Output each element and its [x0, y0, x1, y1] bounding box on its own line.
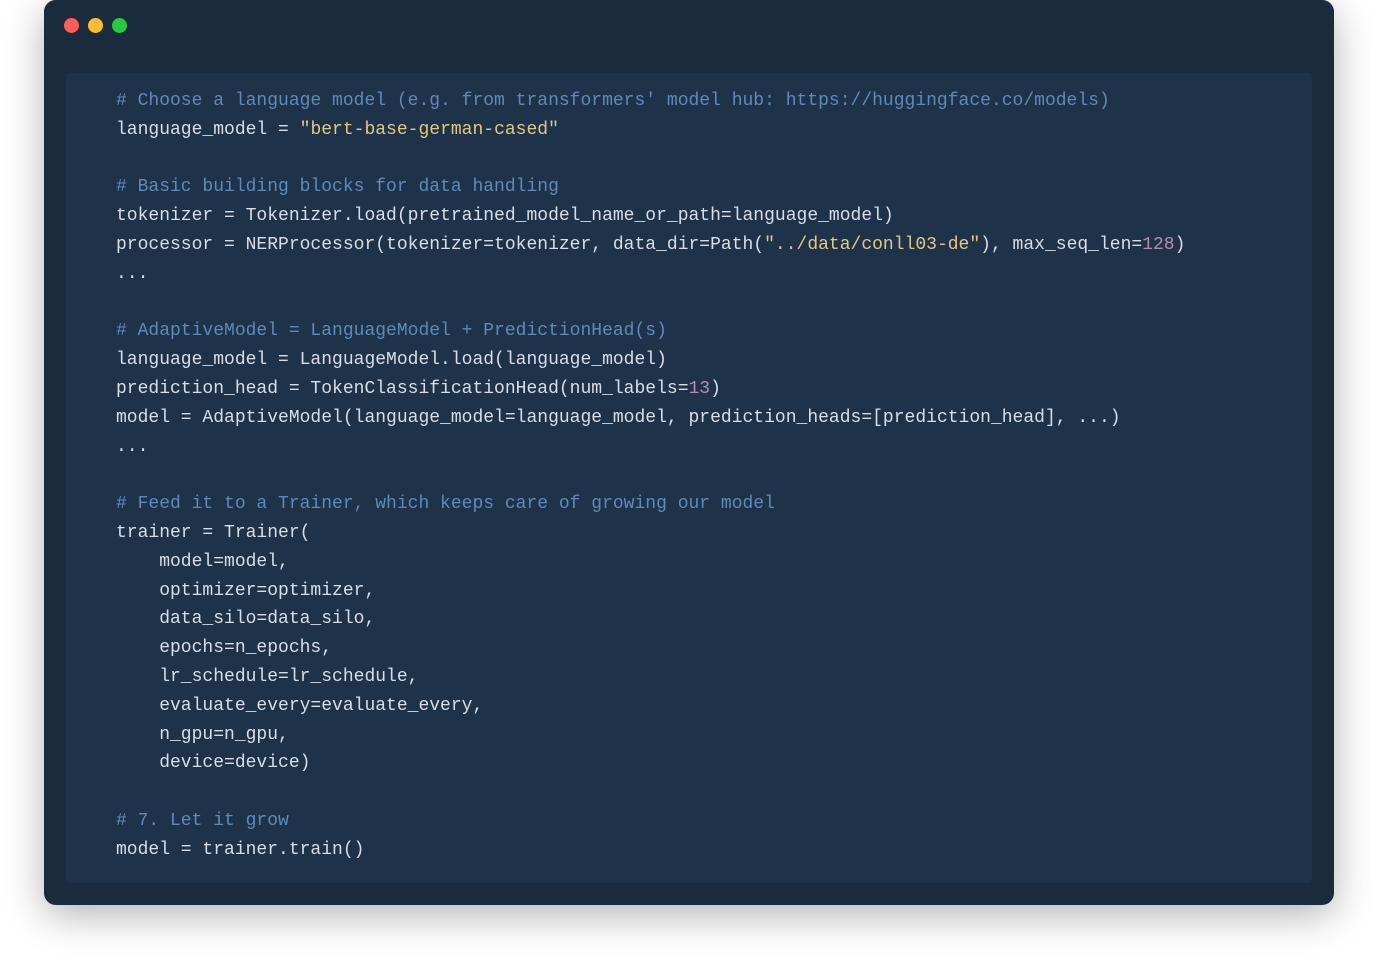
- code-token: "../data/conll03-de": [764, 235, 980, 255]
- code-line: language_model = "bert-base-german-cased…: [116, 116, 1294, 145]
- code-line: [116, 461, 1294, 490]
- code-token: language_model = LanguageModel.load(lang…: [116, 350, 667, 370]
- code-token: model=model,: [116, 552, 289, 572]
- code-token: 128: [1142, 235, 1174, 255]
- code-token: # Feed it to a Trainer, which keeps care…: [116, 494, 775, 514]
- code-line: # 7. Let it grow: [116, 807, 1294, 836]
- code-token: # Choose a language model (e.g. from tra…: [116, 91, 1110, 111]
- code-token: # AdaptiveModel = LanguageModel + Predic…: [116, 321, 667, 341]
- code-line: ...: [116, 433, 1294, 462]
- code-line: prediction_head = TokenClassificationHea…: [116, 375, 1294, 404]
- code-line: device=device): [116, 749, 1294, 778]
- code-token: n_gpu=n_gpu,: [116, 725, 289, 745]
- code-token: "bert-base-german-cased": [300, 120, 559, 140]
- code-line: # Feed it to a Trainer, which keeps care…: [116, 490, 1294, 519]
- window-close-icon[interactable]: [64, 18, 79, 33]
- title-bar: [44, 0, 1334, 43]
- code-token: optimizer=optimizer,: [116, 581, 375, 601]
- code-line: optimizer=optimizer,: [116, 577, 1294, 606]
- code-token: # 7. Let it grow: [116, 811, 289, 831]
- code-line: # AdaptiveModel = LanguageModel + Predic…: [116, 317, 1294, 346]
- code-line: language_model = LanguageModel.load(lang…: [116, 346, 1294, 375]
- code-line: evaluate_every=evaluate_every,: [116, 692, 1294, 721]
- code-token: evaluate_every=evaluate_every,: [116, 696, 483, 716]
- code-token: data_silo=data_silo,: [116, 609, 375, 629]
- code-token: tokenizer = Tokenizer.load(pretrained_mo…: [116, 206, 894, 226]
- code-line: [116, 778, 1294, 807]
- window-minimize-icon[interactable]: [88, 18, 103, 33]
- code-line: trainer = Trainer(: [116, 519, 1294, 548]
- code-editor[interactable]: # Choose a language model (e.g. from tra…: [66, 73, 1312, 883]
- code-line: model = trainer.train(): [116, 836, 1294, 865]
- code-window: # Choose a language model (e.g. from tra…: [44, 0, 1334, 905]
- code-token: ): [1175, 235, 1186, 255]
- code-token: device=device): [116, 753, 310, 773]
- code-token: epochs=n_epochs,: [116, 638, 332, 658]
- code-line: model = AdaptiveModel(language_model=lan…: [116, 404, 1294, 433]
- window-maximize-icon[interactable]: [112, 18, 127, 33]
- code-token: processor = NERProcessor(tokenizer=token…: [116, 235, 764, 255]
- code-line: [116, 289, 1294, 318]
- code-token: model = AdaptiveModel(language_model=lan…: [116, 408, 1121, 428]
- code-token: # Basic building blocks for data handlin…: [116, 177, 559, 197]
- code-token: ...: [116, 437, 148, 457]
- code-line: [116, 145, 1294, 174]
- code-line: n_gpu=n_gpu,: [116, 721, 1294, 750]
- code-line: model=model,: [116, 548, 1294, 577]
- code-token: ...: [116, 264, 148, 284]
- code-line: ...: [116, 260, 1294, 289]
- code-token: ): [710, 379, 721, 399]
- code-token: trainer = Trainer(: [116, 523, 310, 543]
- code-token: prediction_head = TokenClassificationHea…: [116, 379, 689, 399]
- code-line: tokenizer = Tokenizer.load(pretrained_mo…: [116, 202, 1294, 231]
- code-line: processor = NERProcessor(tokenizer=token…: [116, 231, 1294, 260]
- code-line: # Choose a language model (e.g. from tra…: [116, 87, 1294, 116]
- code-token: ), max_seq_len=: [980, 235, 1142, 255]
- code-line: epochs=n_epochs,: [116, 634, 1294, 663]
- code-token: 13: [689, 379, 711, 399]
- code-line: lr_schedule=lr_schedule,: [116, 663, 1294, 692]
- code-token: lr_schedule=lr_schedule,: [116, 667, 418, 687]
- code-line: # Basic building blocks for data handlin…: [116, 173, 1294, 202]
- code-token: model = trainer.train(): [116, 840, 364, 860]
- code-token: language_model =: [116, 120, 300, 140]
- code-line: data_silo=data_silo,: [116, 605, 1294, 634]
